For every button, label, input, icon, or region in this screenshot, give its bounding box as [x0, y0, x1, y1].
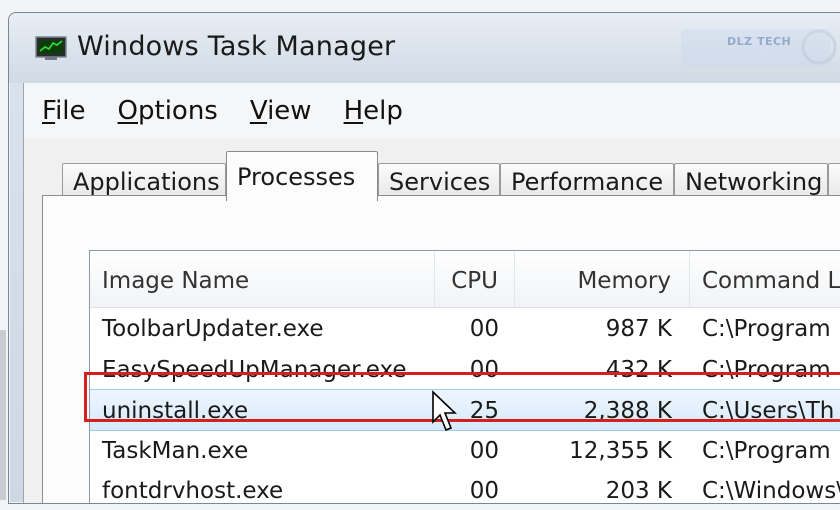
- tab-applications[interactable]: Applications: [62, 163, 226, 199]
- cpu-value: 00: [469, 316, 499, 342]
- processes-panel: Image Name CPU Memory Command Lin Toolba…: [42, 195, 840, 504]
- tab-strip: Applications Processes Services Performance…: [42, 147, 840, 201]
- tab-services[interactable]: Services: [378, 163, 500, 199]
- process-name: fontdrvhost.exe: [102, 478, 284, 504]
- menu-bar: File Options View Help: [24, 83, 840, 139]
- title-bar[interactable]: Windows Task Manager DLZ TECH: [9, 13, 840, 83]
- command-line-value: C:\Users\Th: [702, 398, 835, 424]
- memory-value: 12,355 K: [569, 437, 672, 464]
- window-title: Windows Task Manager: [77, 31, 396, 62]
- process-name: EasySpeedUpManager.exe: [102, 356, 407, 383]
- column-header-memory[interactable]: Memory: [515, 251, 690, 307]
- tab-networking[interactable]: Networking: [674, 163, 828, 199]
- list-header: Image Name CPU Memory Command Lin: [90, 251, 840, 308]
- process-name: uninstall.exe: [102, 398, 249, 424]
- task-manager-window: Windows Task Manager DLZ TECH File Option…: [8, 12, 840, 504]
- memory-value: 203 K: [605, 478, 672, 504]
- process-name: TaskMan.exe: [102, 437, 249, 464]
- column-header-image-name[interactable]: Image Name: [90, 251, 435, 307]
- menu-file[interactable]: File: [42, 96, 86, 126]
- table-row[interactable]: ToolbarUpdater.exe 00 987 K C:\Program F: [90, 308, 840, 348]
- process-list[interactable]: Image Name CPU Memory Command Lin Toolba…: [89, 250, 840, 504]
- tab-u[interactable]: U: [828, 163, 840, 199]
- cpu-value: 00: [469, 356, 499, 383]
- scrollbar[interactable]: [0, 330, 6, 500]
- cpu-value: 00: [469, 478, 499, 504]
- memory-value: 2,388 K: [583, 398, 672, 424]
- table-row[interactable]: fontdrvhost.exe 00 203 K C:\Windows\: [90, 470, 840, 510]
- watermark-text: DLZ TECH: [727, 35, 792, 48]
- menu-help[interactable]: Help: [344, 96, 403, 126]
- column-header-cpu[interactable]: CPU: [435, 251, 515, 307]
- menu-view[interactable]: View: [250, 96, 312, 126]
- memory-value: 987 K: [605, 316, 672, 342]
- table-row[interactable]: uninstall.exe 25 2,388 K C:\Users\Th: [90, 389, 840, 431]
- process-name: ToolbarUpdater.exe: [102, 316, 324, 342]
- tab-performance[interactable]: Performance: [500, 163, 674, 199]
- tab-processes[interactable]: Processes: [226, 151, 378, 201]
- task-manager-icon: [35, 36, 67, 60]
- command-line-value: C:\Program F: [702, 356, 840, 383]
- command-line-value: C:\Program F: [702, 316, 840, 342]
- command-line-value: C:\Windows\: [702, 478, 840, 504]
- table-row[interactable]: TaskMan.exe 00 12,355 K C:\Program F: [90, 430, 840, 470]
- watermark-logo: [681, 29, 837, 67]
- menu-options[interactable]: Options: [118, 96, 218, 126]
- client-area: File Options View Help Applications Processe…: [23, 83, 840, 504]
- column-header-command-line[interactable]: Command Lin: [690, 251, 840, 307]
- command-line-value: C:\Program F: [702, 437, 840, 464]
- table-row[interactable]: EasySpeedUpManager.exe 00 432 K C:\Program …: [90, 349, 840, 389]
- mouse-cursor-icon: [432, 390, 457, 432]
- memory-value: 432 K: [605, 356, 672, 383]
- cpu-value: 00: [469, 437, 499, 464]
